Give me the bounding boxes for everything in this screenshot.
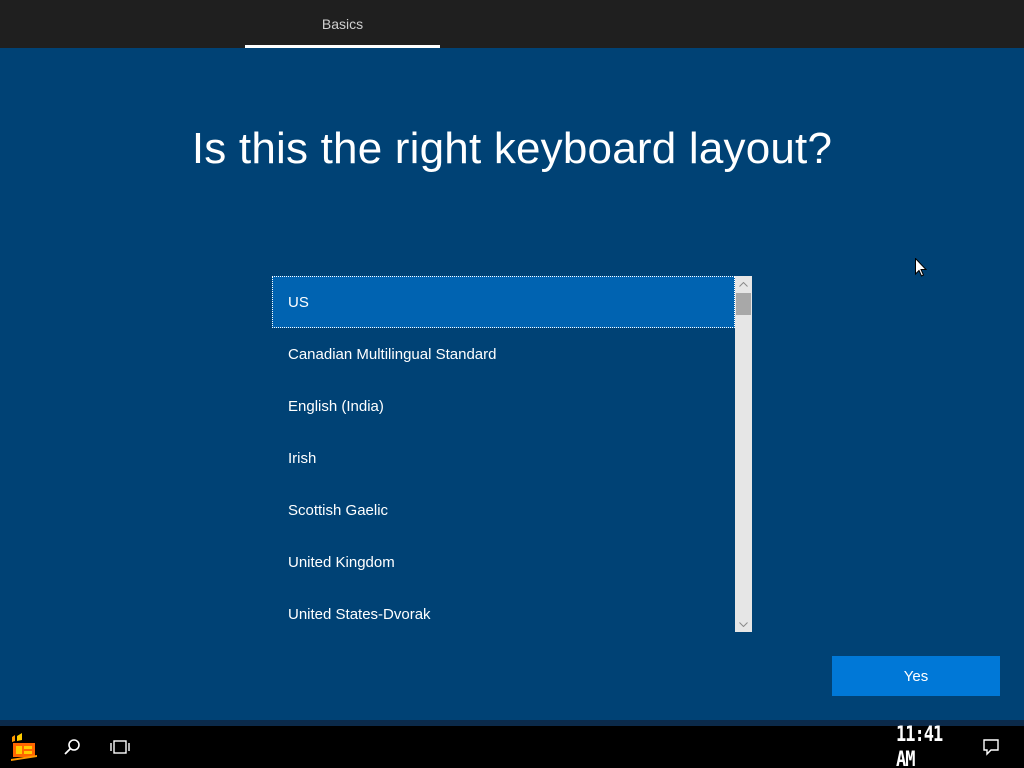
list-item-label: United Kingdom bbox=[288, 553, 395, 571]
yes-button[interactable]: Yes bbox=[832, 656, 1000, 696]
mouse-pointer-icon bbox=[915, 257, 928, 282]
list-item-united-states-dvorak[interactable]: United States-Dvorak bbox=[272, 588, 735, 632]
tab-active-indicator bbox=[245, 45, 440, 48]
list-item-united-kingdom[interactable]: United Kingdom bbox=[272, 536, 735, 588]
taskbar-clock[interactable]: 11:41 AM bbox=[896, 721, 966, 768]
scroll-thumb[interactable] bbox=[736, 293, 751, 315]
search-icon[interactable] bbox=[52, 726, 92, 768]
start-logo-icon[interactable] bbox=[4, 726, 44, 768]
list-item-label: US bbox=[288, 293, 309, 311]
tab-basics-label: Basics bbox=[321, 16, 364, 32]
scroll-up-arrow-icon[interactable] bbox=[735, 276, 752, 292]
list-scrollbar[interactable] bbox=[735, 276, 752, 632]
list-item-us[interactable]: US bbox=[272, 276, 735, 328]
taskbar bbox=[0, 726, 1024, 768]
action-center-icon[interactable] bbox=[976, 726, 1006, 768]
page-title: Is this the right keyboard layout? bbox=[191, 124, 833, 173]
list-item-label: Canadian Multilingual Standard bbox=[288, 345, 497, 363]
list-item-english-india[interactable]: English (India) bbox=[272, 380, 735, 432]
list-item-label: Irish bbox=[288, 449, 317, 467]
list-item-label: United States-Dvorak bbox=[288, 605, 431, 623]
list-item-label: English (India) bbox=[288, 397, 384, 415]
tab-basics[interactable]: Basics bbox=[245, 0, 440, 48]
keyboard-layout-list[interactable]: US Canadian Multilingual Standard Englis… bbox=[272, 276, 752, 632]
list-item-label: Scottish Gaelic bbox=[288, 501, 389, 519]
list-item-scottish-gaelic[interactable]: Scottish Gaelic bbox=[272, 484, 735, 536]
list-item-canadian-multilingual-standard[interactable]: Canadian Multilingual Standard bbox=[272, 328, 735, 380]
list-item-irish[interactable]: Irish bbox=[272, 432, 735, 484]
task-view-icon[interactable] bbox=[100, 726, 140, 768]
scroll-down-arrow-icon[interactable] bbox=[735, 616, 752, 632]
top-bar: Basics bbox=[0, 0, 1024, 48]
